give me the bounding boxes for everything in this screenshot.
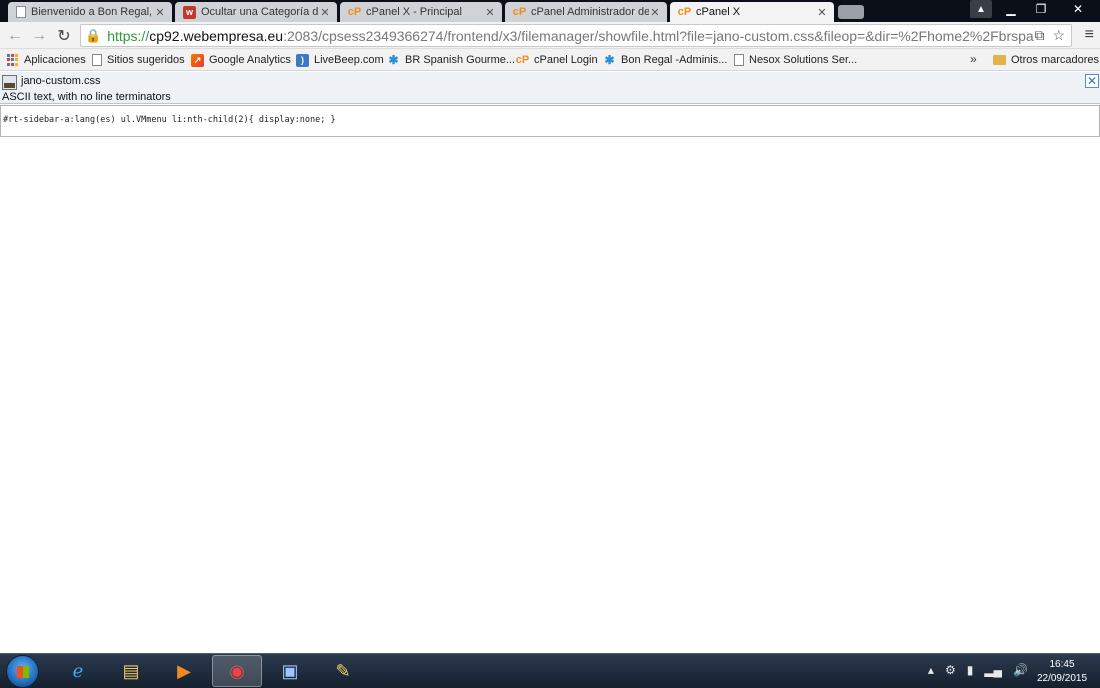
bookmark-label: BR Spanish Gourme... xyxy=(405,54,516,66)
tray-app-icon[interactable]: ▮ xyxy=(967,663,974,677)
tab-strip: Bienvenido a Bon Regal, S ✕ w Ocultar un… xyxy=(0,0,1100,22)
clock-date: 22/09/2015 xyxy=(1036,673,1088,684)
tab-title: Ocultar una Categoría de xyxy=(201,6,319,18)
rss-icon: ) xyxy=(296,53,309,67)
file-type: ASCII text, with no line terminators xyxy=(2,91,171,103)
start-button[interactable] xyxy=(6,655,39,688)
bookmark-label: LiveBeep.com xyxy=(314,54,384,66)
internet-explorer-icon[interactable]: ℯ xyxy=(53,655,103,687)
file-info-header: jano-custom.css ASCII text, with no line… xyxy=(0,72,1100,104)
back-button[interactable]: ← xyxy=(4,25,26,47)
text-file-icon xyxy=(2,75,17,90)
file-content: #rt-sidebar-a:lang(es) ul.VMmenu li:nth-… xyxy=(3,115,336,125)
bookmark-label: Aplicaciones xyxy=(24,54,86,66)
taskbar: ℯ ▤ ▶ ◉ ▣ ✎ ▴ ⚙ ▮ ▂▄ 🔊 16:45 22/09/2015 xyxy=(0,653,1100,688)
joomla-icon: ✱ xyxy=(604,53,615,67)
file-name: jano-custom.css xyxy=(21,75,101,87)
cpanel-icon: cP xyxy=(677,6,692,18)
page-content: jano-custom.css ASCII text, with no line… xyxy=(0,72,1100,653)
close-icon[interactable]: ✕ xyxy=(154,6,166,19)
new-tab-button[interactable] xyxy=(838,5,864,19)
translate-icon[interactable]: ⧉ xyxy=(1034,27,1044,44)
tab-title: cPanel Administrador de xyxy=(531,6,649,18)
bookmark-label: Bon Regal -Adminis... xyxy=(621,54,728,66)
bookmark-google-analytics[interactable]: ↗ Google Analytics xyxy=(191,52,291,68)
minimize-button[interactable]: ▁ xyxy=(996,0,1026,18)
show-hidden-icons-icon[interactable]: ▴ xyxy=(928,663,934,677)
network-signal-icon[interactable]: ▂▄ xyxy=(984,663,1002,677)
bookmark-label: Nesox Solutions Ser... xyxy=(749,54,858,66)
system-tray: ▴ ⚙ ▮ ▂▄ 🔊 xyxy=(928,663,1028,677)
bookmark-livebeep[interactable]: ) LiveBeep.com xyxy=(296,52,384,68)
bookmark-otros-marcadores[interactable]: Otros marcadores xyxy=(993,52,1099,68)
volume-icon[interactable]: 🔊 xyxy=(1013,663,1028,677)
restore-button[interactable]: ❐ xyxy=(1026,0,1056,18)
close-icon[interactable]: ✕ xyxy=(1085,74,1099,88)
file-explorer-icon[interactable]: ▤ xyxy=(106,655,156,687)
folder-icon xyxy=(993,55,1006,65)
tab-cpanel-administrador[interactable]: cP cPanel Administrador de ✕ xyxy=(505,2,667,22)
file-content-box: #rt-sidebar-a:lang(es) ul.VMmenu li:nth-… xyxy=(0,105,1100,137)
close-icon[interactable]: ✕ xyxy=(816,6,828,19)
bookmarks-overflow-button[interactable]: » xyxy=(970,52,977,66)
close-icon[interactable]: ✕ xyxy=(484,6,496,19)
close-window-button[interactable]: ✕ xyxy=(1056,0,1100,18)
tab-title: cPanel X xyxy=(696,6,741,18)
joomla-icon: ✱ xyxy=(388,53,399,67)
network-tool-icon[interactable]: ▣ xyxy=(265,655,315,687)
menu-icon[interactable]: ≡ xyxy=(1085,26,1094,44)
cpanel-icon: cP xyxy=(347,6,362,18)
bookmark-star-icon[interactable]: ☆ xyxy=(1052,27,1065,44)
lock-icon: 🔒 xyxy=(85,27,102,43)
browser-toolbar: ← → ↻ 🔒 https://cp92.webempresa.eu:2083/… xyxy=(0,22,1100,49)
tab-bienvenido[interactable]: Bienvenido a Bon Regal, S ✕ xyxy=(8,2,172,22)
bookmark-nesox[interactable]: Nesox Solutions Ser... xyxy=(734,52,857,68)
cpanel-icon: cP xyxy=(512,6,527,18)
bookmark-bon-regal[interactable]: ✱ Bon Regal -Adminis... xyxy=(603,52,727,68)
chrome-icon[interactable]: ◉ xyxy=(212,655,262,687)
bookmark-sitios-sugeridos[interactable]: Sitios sugeridos xyxy=(92,52,185,68)
clock-time: 16:45 xyxy=(1049,659,1075,670)
close-icon[interactable]: ✕ xyxy=(649,6,661,19)
address-bar[interactable]: 🔒 https://cp92.webempresa.eu:2083/cpsess… xyxy=(80,24,1072,47)
bookmark-aplicaciones[interactable]: Aplicaciones xyxy=(6,52,86,68)
paint-icon[interactable]: ✎ xyxy=(318,655,368,687)
bookmark-label: Sitios sugeridos xyxy=(107,54,185,66)
omnibox-icons: ⧉ ☆ xyxy=(1034,27,1065,44)
bookmark-label: Google Analytics xyxy=(209,54,291,66)
media-player-icon[interactable]: ▶ xyxy=(159,655,209,687)
tab-title: Bienvenido a Bon Regal, S xyxy=(31,6,154,18)
tab-title: cPanel X - Principal xyxy=(366,6,462,18)
window-controls: ▲ ▁ ❐ ✕ xyxy=(970,0,1100,18)
reload-button[interactable]: ↻ xyxy=(53,25,75,47)
cpanel-icon: cP xyxy=(515,54,530,66)
bookmark-label: Otros marcadores xyxy=(1011,54,1100,66)
clock[interactable]: 16:45 22/09/2015 xyxy=(1032,658,1092,686)
bookmark-label: cPanel Login xyxy=(534,54,598,66)
url-text: https://cp92.webempresa.eu:2083/cpsess23… xyxy=(107,27,1052,44)
page-icon xyxy=(16,6,26,18)
forward-button[interactable]: → xyxy=(28,25,50,47)
close-icon[interactable]: ✕ xyxy=(319,6,331,19)
tab-cpanel-x[interactable]: cP cPanel X ✕ xyxy=(670,2,834,22)
tab-cpanel-principal[interactable]: cP cPanel X - Principal ✕ xyxy=(340,2,502,22)
apps-icon xyxy=(6,53,19,67)
tray-app-icon[interactable]: ⚙ xyxy=(945,663,956,677)
tab-ocultar-categoria[interactable]: w Ocultar una Categoría de ✕ xyxy=(175,2,337,22)
bookmark-br-spanish[interactable]: ✱ BR Spanish Gourme... xyxy=(387,52,515,68)
bookmark-cpanel-login[interactable]: cP cPanel Login xyxy=(516,52,598,68)
webempresa-icon: w xyxy=(183,5,196,19)
bookmarks-bar: Aplicaciones Sitios sugeridos ↗ Google A… xyxy=(0,49,1100,71)
page-icon xyxy=(734,54,744,66)
user-profile-icon[interactable]: ▲ xyxy=(970,0,992,18)
analytics-icon: ↗ xyxy=(191,53,204,67)
page-icon xyxy=(92,54,102,66)
